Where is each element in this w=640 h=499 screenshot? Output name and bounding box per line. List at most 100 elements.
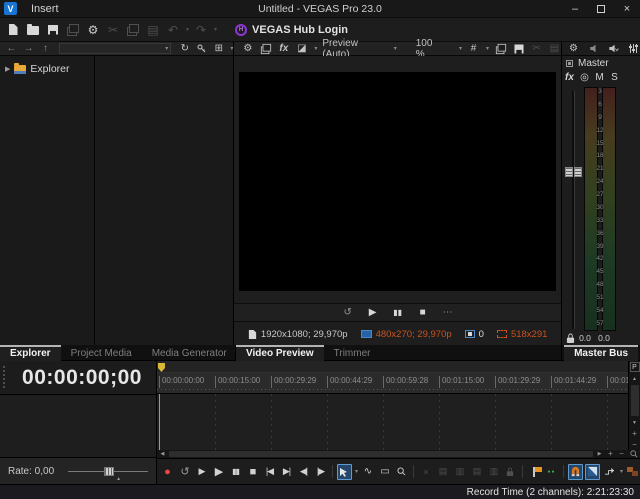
fader-handle-left[interactable]	[565, 167, 573, 177]
mute-output-button[interactable]	[587, 42, 600, 55]
tree-expander-icon[interactable]: ▶	[5, 65, 10, 73]
envelope-tool-button[interactable]: ∿	[360, 464, 375, 480]
marker-bar[interactable]	[157, 361, 640, 373]
zoom-in-time-button[interactable]: +	[605, 450, 616, 458]
cut-button[interactable]: ✂	[105, 21, 121, 39]
record-button[interactable]: ●	[160, 464, 175, 480]
preview-zoom-dropdown[interactable]: ▾	[459, 45, 462, 52]
time-ruler[interactable]: 00:00:00:0000:00:15:0000:00:29:2900:00:4…	[157, 373, 640, 394]
edit-cursor-head[interactable]	[158, 363, 165, 372]
minimize-button[interactable]: –	[562, 0, 588, 18]
go-to-end-button[interactable]: ▶|	[279, 464, 294, 480]
lock-envelopes-dropdown[interactable]: ▾	[620, 468, 623, 475]
bus-fx-button[interactable]: fx	[564, 71, 575, 83]
mixer-button[interactable]	[627, 42, 640, 55]
forward-button[interactable]: →	[22, 42, 35, 55]
save-project-button[interactable]	[45, 21, 61, 39]
pane-p-button[interactable]: P	[630, 362, 640, 372]
address-combobox[interactable]: ▾	[59, 43, 171, 54]
lock-event-button[interactable]	[503, 464, 518, 480]
trim-adjacent-button[interactable]: ▥	[486, 464, 501, 480]
undo-button[interactable]: ↶	[165, 21, 181, 39]
tab-project-media[interactable]: Project Media	[61, 345, 142, 361]
render-as-button[interactable]	[65, 21, 81, 39]
ignore-event-grouping-button[interactable]	[625, 464, 640, 480]
timecode-display[interactable]: 00:00:00;00	[0, 361, 156, 395]
insert-region-button[interactable]: ●●	[544, 464, 559, 480]
grid-overlay-button[interactable]: #	[467, 42, 480, 55]
scroll-down-button[interactable]: ▼	[629, 417, 640, 428]
mixer-properties-button[interactable]: ⚙	[567, 42, 580, 55]
selection-tool-button[interactable]: ▭	[377, 464, 392, 480]
key-button[interactable]	[195, 42, 208, 55]
track-view[interactable]	[157, 394, 640, 450]
bus-solo-button[interactable]: S	[609, 71, 620, 83]
horizontal-scrollbar[interactable]: ◀ ▶ + −	[157, 450, 640, 458]
vertical-scrollbar[interactable]: P ▲ ▼ + −	[628, 361, 640, 450]
up-button[interactable]: ↑	[39, 42, 52, 55]
views-button[interactable]: ⊞	[212, 42, 225, 55]
maximize-button[interactable]	[588, 0, 614, 18]
fader-handle-right[interactable]	[574, 167, 582, 177]
next-frame-button[interactable]: |▶	[313, 464, 328, 480]
edit-tool-dropdown[interactable]: ▾	[355, 468, 358, 475]
snap-toggle-button[interactable]	[568, 464, 583, 480]
back-button[interactable]: ←	[5, 42, 18, 55]
redo-button[interactable]: ↷	[193, 21, 209, 39]
scroll-up-button[interactable]: ▲	[629, 373, 640, 384]
zoom-in-track-button[interactable]: +	[629, 428, 640, 439]
lock-envelopes-button[interactable]	[602, 464, 617, 480]
close-button[interactable]: ×	[614, 0, 640, 18]
views-dropdown[interactable]: ▾	[230, 45, 233, 52]
copy-button[interactable]	[125, 21, 141, 39]
tree-item-explorer[interactable]: ▶ Explorer	[0, 61, 94, 76]
external-monitor-button[interactable]	[259, 42, 272, 55]
play-from-start-button[interactable]: ▶	[194, 464, 209, 480]
preview-properties-button[interactable]: ⚙	[241, 42, 254, 55]
previous-frame-button[interactable]: ◀|	[296, 464, 311, 480]
new-project-button[interactable]	[5, 21, 21, 39]
preview-play-button[interactable]: ▶	[366, 307, 380, 318]
trim-end-button[interactable]: ▥	[452, 464, 467, 480]
loop-playback-button[interactable]: ↺	[177, 464, 192, 480]
zoom-tool-corner-button[interactable]	[627, 450, 640, 458]
save-snapshot-button[interactable]	[512, 42, 525, 55]
scroll-left-button[interactable]: ◀	[157, 450, 168, 458]
project-properties-button[interactable]: ⚙	[85, 21, 101, 39]
preview-quality-dropdown[interactable]: ▾	[394, 45, 397, 52]
downmix-output-button[interactable]	[607, 42, 620, 55]
video-fx-button[interactable]: fx	[277, 42, 290, 55]
tab-master-bus[interactable]: Master Bus	[564, 345, 638, 361]
bus-mute-button[interactable]: M	[594, 71, 605, 83]
master-fader-handles[interactable]	[565, 167, 582, 177]
tab-explorer[interactable]: Explorer	[0, 345, 61, 361]
horizontal-scroll-thumb[interactable]	[169, 451, 593, 457]
zoom-out-time-button[interactable]: −	[616, 450, 627, 458]
copy-snapshot-button[interactable]	[494, 42, 507, 55]
trim-start-button[interactable]: ▤	[435, 464, 450, 480]
grid-overlay-dropdown[interactable]: ▾	[486, 45, 489, 52]
zoom-out-track-button[interactable]: −	[629, 439, 640, 450]
paste-button[interactable]: ▤	[145, 21, 161, 39]
insert-marker-button[interactable]	[527, 464, 542, 480]
refresh-button[interactable]: ↻	[178, 42, 191, 55]
pause-button[interactable]: ▮▮	[228, 464, 243, 480]
go-to-start-button[interactable]: |◀	[262, 464, 277, 480]
preview-pause-button[interactable]: ▮▮	[391, 308, 405, 317]
preview-more-button[interactable]: ⋯	[441, 307, 455, 318]
master-fader-track[interactable]	[572, 91, 575, 329]
preview-loop-button[interactable]: ↺	[341, 307, 355, 318]
rate-slider[interactable]: ▲	[68, 471, 148, 472]
rate-slider-handle[interactable]	[104, 467, 114, 476]
menu-item-insert[interactable]: Insert	[23, 0, 77, 18]
split-screen-dropdown[interactable]: ▾	[314, 45, 317, 52]
delete-button[interactable]: ×	[418, 464, 433, 480]
play-button[interactable]: ▶	[211, 464, 226, 480]
tab-trimmer[interactable]: Trimmer	[324, 345, 381, 361]
vegas-hub-login-button[interactable]: H VEGAS Hub Login	[229, 20, 354, 40]
open-project-button[interactable]	[25, 21, 41, 39]
auto-ripple-button[interactable]	[585, 464, 600, 480]
bus-automation-button[interactable]: ◎	[579, 71, 590, 83]
tape-button[interactable]: ▤	[548, 42, 561, 55]
redo-dropdown[interactable]: ▾	[214, 26, 217, 33]
